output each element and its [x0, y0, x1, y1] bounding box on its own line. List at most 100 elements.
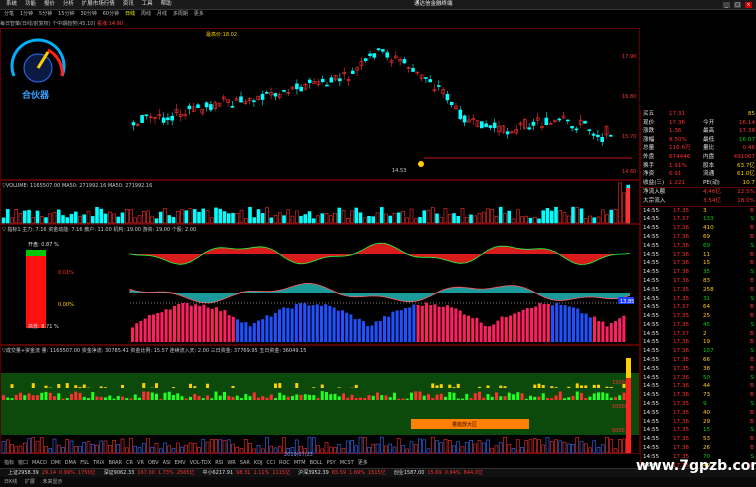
lower-yellow-bar	[609, 387, 613, 388]
indicator-tab[interactable]: TRIX	[93, 460, 104, 466]
lower-bar	[291, 395, 294, 400]
indicator-tab[interactable]: CCI	[267, 460, 275, 466]
indicator-tab[interactable]: VR	[137, 460, 144, 466]
period-30min[interactable]: 30分钟	[80, 10, 96, 19]
indicator-tab[interactable]: MCST	[340, 460, 354, 466]
period-day[interactable]: 日线	[125, 10, 135, 19]
volume-bar	[90, 216, 95, 224]
flow-key: 净流入额	[643, 189, 666, 196]
lower-volume-bar	[511, 447, 516, 454]
lower-bar	[393, 392, 396, 400]
tick-side-icon: B	[750, 313, 754, 320]
volume-bar	[260, 213, 265, 224]
volume-bar	[358, 212, 363, 224]
period-more[interactable]: 更多	[194, 10, 204, 19]
indicator-tab[interactable]: BOLL	[310, 460, 323, 466]
indicator-tab[interactable]: ASI	[163, 460, 171, 466]
chart-area[interactable]: 17.90 16.80 15.70 14.60 最高价:18.02 14.53 …	[0, 28, 640, 458]
indicator-tab[interactable]: DMA	[65, 460, 77, 466]
kline-candle	[583, 120, 587, 124]
period-week[interactable]: 周线	[141, 10, 151, 19]
tick-row: 14:55 17.36 69 S	[641, 242, 756, 251]
indicator-tab[interactable]: CR	[126, 460, 133, 466]
period-1min[interactable]: 1分钟	[20, 10, 33, 19]
indicator-tab[interactable]: 指标	[4, 460, 14, 466]
close-button[interactable]: ×	[745, 2, 752, 8]
kline-candle	[338, 78, 342, 82]
period-month[interactable]: 月线	[157, 10, 167, 19]
menu-tools[interactable]: 工具	[142, 0, 153, 9]
period-15min[interactable]: 15分钟	[58, 10, 74, 19]
lower-yellow-bar	[533, 384, 537, 388]
lower-bar	[469, 398, 473, 400]
kline-candle	[385, 52, 390, 58]
indicator-tab[interactable]: MACD	[32, 460, 47, 466]
menu-quote[interactable]: 报价	[44, 0, 55, 9]
kline-candle	[264, 92, 269, 94]
period-tick[interactable]: 分笔	[4, 10, 14, 19]
tick-row: 14:55 17.35 40 B	[641, 409, 756, 418]
volume-bar	[447, 214, 452, 224]
fund-bar	[324, 304, 328, 342]
lower-volume-bar	[256, 445, 261, 454]
fund-bar	[265, 315, 269, 342]
lower-yellow-bar	[580, 385, 583, 388]
tick-price: 17.36	[673, 260, 690, 267]
period-60min[interactable]: 60分钟	[103, 10, 119, 19]
indicator-tab[interactable]: FSL	[80, 460, 89, 466]
menu-extended-market[interactable]: 扩展市场行情	[82, 0, 115, 9]
period-multi[interactable]: 多周期	[173, 10, 188, 19]
menu-news[interactable]: 资讯	[123, 0, 134, 9]
status-item: 1.11%	[253, 470, 270, 476]
footer-kline[interactable]: 日K线	[4, 479, 17, 485]
lower-yellow-bar	[431, 383, 435, 388]
volume-bar	[392, 212, 397, 224]
footer-extended[interactable]: 扩展	[25, 479, 35, 485]
indicator-tab[interactable]: PSY	[326, 460, 335, 466]
indicator-tab[interactable]: SAR	[240, 460, 250, 466]
menu-system[interactable]: 系统	[6, 0, 17, 9]
lower-volume-bar	[150, 446, 155, 454]
lower-bar	[108, 395, 112, 400]
volume-header: ▽VOLUME: 1165507.00 MA50: 271992.16 MA50…	[2, 183, 152, 189]
volume-bar	[333, 212, 337, 224]
lower-volume-bar	[218, 439, 223, 454]
indicator-tab[interactable]: MTM	[294, 460, 306, 466]
indicator-tab[interactable]: ROC	[279, 460, 290, 466]
tick-row: 14:55 17.35 38 B	[641, 365, 756, 374]
indicator-tab[interactable]: 窗口	[18, 460, 28, 466]
status-item: 1750亿	[77, 470, 96, 476]
period-5min[interactable]: 5分钟	[39, 10, 52, 19]
footer-future[interactable]: 未来显示	[42, 479, 62, 485]
indicator-tab[interactable]: WR	[227, 460, 235, 466]
tick-price: 17.36	[673, 374, 690, 381]
indicator-tab[interactable]: EMV	[175, 460, 186, 466]
indicator-tab[interactable]: OBV	[148, 460, 159, 466]
minimize-button[interactable]: _	[723, 2, 731, 8]
maximize-button[interactable]: □	[734, 2, 742, 8]
indicator-tab[interactable]: BRAR	[108, 460, 122, 466]
volume-bar	[112, 213, 116, 224]
volume-bar	[371, 216, 376, 224]
volume-bar	[218, 208, 223, 224]
date-cursor-label: 2019/07/23	[284, 452, 313, 458]
indicator-tab[interactable]: KDJ	[254, 460, 263, 466]
lower-bar	[567, 397, 571, 400]
lower-bar	[495, 392, 498, 400]
lower-volume-bar	[239, 448, 244, 454]
kline-candle	[363, 58, 368, 61]
lower-bar	[482, 397, 486, 400]
lower-yellow-bar	[354, 384, 358, 388]
menu-analysis[interactable]: 分析	[63, 0, 74, 9]
menu-function[interactable]: 功能	[25, 0, 36, 9]
indicator-tab[interactable]: DMI	[51, 460, 61, 466]
lower-volume-bar	[39, 437, 44, 454]
menu-help[interactable]: 帮助	[161, 0, 172, 9]
lower-bar	[218, 395, 222, 400]
indicator-tab[interactable]: RSI	[215, 460, 223, 466]
kline-candle	[376, 48, 381, 50]
lower-indicator	[1, 358, 639, 454]
indicator-tab[interactable]: 更多	[358, 460, 368, 466]
lower-bar	[265, 397, 269, 400]
indicator-tab[interactable]: VOL-TDX	[190, 460, 212, 466]
